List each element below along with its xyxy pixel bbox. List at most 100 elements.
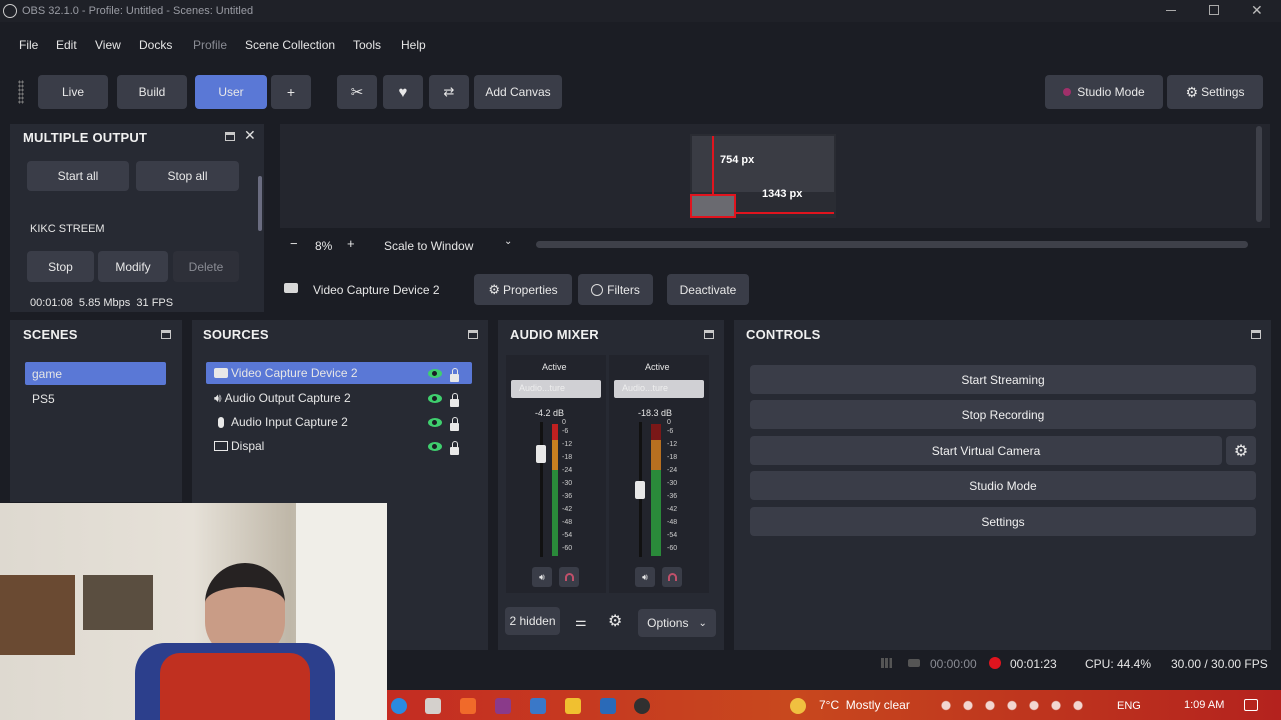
zoom-out-button[interactable]: − <box>290 236 298 251</box>
controls-float-icon[interactable] <box>1251 330 1261 339</box>
controls-settings-button[interactable]: Settings <box>750 507 1256 536</box>
unlock-icon[interactable] <box>450 441 459 455</box>
notifications-icon[interactable] <box>1244 699 1258 711</box>
mute-button[interactable]: 🔊︎ <box>532 567 552 587</box>
menu-help[interactable]: Help <box>401 38 426 52</box>
hidden-channels-button[interactable]: 2 hidden <box>505 607 560 635</box>
preview-hscrollbar[interactable] <box>536 241 1248 248</box>
live-button[interactable]: Live <box>38 75 108 109</box>
explorer-icon[interactable] <box>425 698 441 714</box>
start-all-button[interactable]: Start all <box>27 161 129 191</box>
menu-edit[interactable]: Edit <box>56 38 77 52</box>
channel-device-select[interactable]: Audio...ture <box>511 380 601 398</box>
menu-view[interactable]: View <box>95 38 121 52</box>
modify-target-button[interactable]: Modify <box>98 251 168 282</box>
menu-docks[interactable]: Docks <box>139 38 172 52</box>
mute-button[interactable]: 🔊︎ <box>635 567 655 587</box>
folder-icon[interactable] <box>565 698 581 714</box>
menu-file[interactable]: File <box>19 38 38 52</box>
unlock-icon[interactable] <box>450 368 459 382</box>
sources-title: SOURCES <box>203 327 269 342</box>
start-streaming-button[interactable]: Start Streaming <box>750 365 1256 394</box>
unlock-icon[interactable] <box>450 417 459 431</box>
clock[interactable]: 1:09 AM <box>1184 699 1224 711</box>
studio-mode-button[interactable]: Studio Mode <box>750 471 1256 500</box>
scene-item-game[interactable]: game <box>25 362 166 385</box>
preview-area[interactable]: 754 px 1343 px <box>280 124 1270 228</box>
selected-source-name: Video Capture Device 2 <box>313 283 440 297</box>
mixer-options-button[interactable]: Options ⌄ <box>638 609 716 637</box>
visibility-eye-icon[interactable] <box>428 418 442 427</box>
preview-thumbnail[interactable]: 754 px 1343 px <box>690 134 836 218</box>
dock-scrollbar[interactable] <box>258 176 262 231</box>
menu-profile[interactable]: Profile <box>193 38 227 52</box>
close-window-icon[interactable]: ✕ <box>1251 2 1263 19</box>
obs-taskbar-icon[interactable] <box>634 698 650 714</box>
volume-slider-handle[interactable] <box>635 481 645 499</box>
webcam-overlay <box>0 503 387 720</box>
drag-handle-icon[interactable] <box>18 80 24 104</box>
unlock-icon[interactable] <box>450 393 459 407</box>
level-meter-bar <box>651 424 661 556</box>
add-mode-button[interactable]: + <box>271 75 311 109</box>
sources-float-icon[interactable] <box>468 330 478 339</box>
share-button[interactable]: ⇄ <box>429 75 469 109</box>
audio-mixer-title: AUDIO MIXER <box>510 327 599 342</box>
volume-slider-handle[interactable] <box>536 445 546 463</box>
visibility-eye-icon[interactable] <box>428 394 442 403</box>
store-icon[interactable] <box>600 698 616 714</box>
source-label: Dispal <box>231 439 265 453</box>
brave-icon[interactable] <box>460 698 476 714</box>
weather-icon <box>790 698 806 714</box>
channel-device-select[interactable]: Audio...ture <box>614 380 704 398</box>
monitor-button[interactable] <box>662 567 682 587</box>
scenes-float-icon[interactable] <box>161 330 171 339</box>
monitor-button[interactable] <box>559 567 579 587</box>
user-button[interactable]: User <box>195 75 267 109</box>
mixer-gear-icon[interactable]: ⚙ <box>608 611 622 631</box>
stop-target-button[interactable]: Stop <box>27 251 94 282</box>
sliders-icon[interactable]: ⚌ <box>575 614 587 630</box>
properties-button[interactable]: ⚙ Properties <box>474 274 572 305</box>
add-canvas-button[interactable]: Add Canvas <box>474 75 562 109</box>
menu-tools[interactable]: Tools <box>353 38 381 52</box>
scene-item-ps5[interactable]: PS5 <box>32 392 55 406</box>
studio-mode-toolbar-button[interactable]: Studio Mode <box>1045 75 1163 109</box>
close-dock-icon[interactable]: ✕ <box>244 127 256 144</box>
tray-icons[interactable] <box>935 699 1085 712</box>
zoom-in-button[interactable]: + <box>347 236 355 251</box>
build-button[interactable]: Build <box>117 75 187 109</box>
scenes-panel: SCENES game PS5 <box>10 320 182 502</box>
studio-mode-toolbar-label: Studio Mode <box>1077 85 1145 99</box>
minimize-icon[interactable] <box>1166 10 1176 11</box>
delete-target-button[interactable]: Delete <box>173 251 239 282</box>
edge-browser-icon[interactable] <box>391 698 407 714</box>
float-dock-icon[interactable] <box>225 132 235 141</box>
volume-slider-track[interactable] <box>540 422 543 557</box>
stop-all-button[interactable]: Stop all <box>136 161 239 191</box>
language-indicator[interactable]: ENG <box>1117 700 1141 712</box>
heart-button[interactable]: ♥ <box>383 75 423 109</box>
mail-icon[interactable] <box>530 698 546 714</box>
mixer-float-icon[interactable] <box>704 330 714 339</box>
preview-width-label: 1343 px <box>762 188 803 200</box>
scissors-button[interactable]: ✂ <box>337 75 377 109</box>
gear-icon: ⚙ <box>1233 442 1249 460</box>
deactivate-button[interactable]: Deactivate <box>667 274 749 305</box>
gear-icon: ⚙ <box>1185 83 1199 100</box>
menu-scene-collection[interactable]: Scene Collection <box>245 38 335 52</box>
app-icon[interactable] <box>495 698 511 714</box>
scale-mode-select[interactable]: Scale to Window ⌄ <box>377 232 523 258</box>
stop-recording-button[interactable]: Stop Recording <box>750 400 1256 429</box>
preview-vscrollbar[interactable] <box>1256 126 1262 222</box>
preview-camera-box <box>690 194 736 218</box>
visibility-eye-icon[interactable] <box>428 369 442 378</box>
settings-toolbar-button[interactable]: ⚙ Settings <box>1167 75 1263 109</box>
filters-button[interactable]: Filters <box>578 274 653 305</box>
start-virtual-camera-button[interactable]: Start Virtual Camera <box>750 436 1222 465</box>
filters-icon <box>591 283 604 296</box>
virtual-camera-settings-button[interactable]: ⚙ <box>1226 436 1256 465</box>
camera-icon <box>214 368 228 378</box>
visibility-eye-icon[interactable] <box>428 442 442 451</box>
restore-icon[interactable] <box>1209 5 1219 15</box>
